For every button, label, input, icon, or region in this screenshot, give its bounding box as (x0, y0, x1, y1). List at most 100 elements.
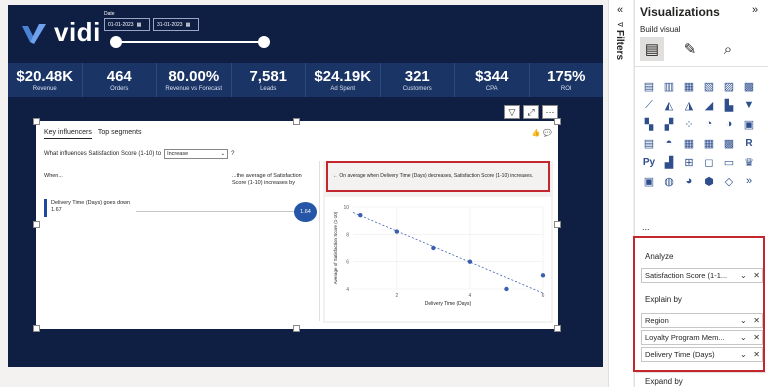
waterfall-icon[interactable]: ▙ (721, 97, 737, 113)
funnel-icon[interactable]: ▼ (741, 97, 757, 113)
format-visual-tab-icon[interactable]: ✎ (678, 37, 702, 61)
python-icon[interactable]: Py (641, 154, 657, 170)
shape-map-icon[interactable]: ⬢ (701, 173, 717, 189)
collapse-left-icon[interactable]: « (617, 4, 623, 16)
area-chart-icon[interactable]: ◭ (661, 97, 677, 113)
r-script-icon[interactable]: R (741, 135, 757, 151)
kpi-value: 175% (547, 67, 586, 85)
line-clustered-icon[interactable]: ▞ (661, 116, 677, 132)
filters-label[interactable]: Filters (614, 30, 625, 60)
kpi-value: 80.00% (168, 67, 220, 85)
narrative-icon[interactable]: ▭ (721, 154, 737, 170)
resize-handle[interactable] (33, 221, 40, 228)
data-point (358, 213, 363, 218)
chevrons-icon[interactable]: » (741, 173, 757, 189)
comment-icon[interactable]: 💬 (543, 129, 552, 137)
close-icon[interactable]: ✕ (753, 271, 760, 280)
power-bi-window: vidi Date 01-01-2023 ▦ 31-01-2023 ▦ $20.… (0, 0, 768, 387)
card-123-icon[interactable]: ▣ (741, 116, 757, 132)
visualizations-title: Visualizations (640, 5, 720, 19)
date-start-input[interactable]: 01-01-2023 ▦ (104, 18, 150, 31)
trophy-icon[interactable]: ♛ (741, 154, 757, 170)
viz-pane-tabs: ▤ ✎ ⌕ (640, 37, 740, 61)
analytics-tab-icon[interactable]: ⌕ (716, 37, 740, 61)
report-canvas: vidi Date 01-01-2023 ▦ 31-01-2023 ▦ $20.… (8, 5, 603, 367)
paginated-icon[interactable]: ▣ (641, 173, 657, 189)
qa-icon[interactable]: ◻ (701, 154, 717, 170)
resize-handle[interactable] (33, 325, 40, 332)
matrix-grid-icon[interactable]: ▩ (721, 135, 737, 151)
chevron-down-icon: ⌄ (220, 151, 226, 157)
close-icon[interactable]: ✕ (753, 316, 760, 325)
100-column-icon[interactable]: ▩ (741, 78, 757, 94)
date-slider-end-handle[interactable] (258, 36, 270, 48)
key-influencers-icon[interactable]: ▟ (661, 154, 677, 170)
donut-icon[interactable]: ◑ (721, 116, 737, 132)
kpi-value: $344 (475, 67, 509, 85)
date-end-input[interactable]: 31-01-2023 ▦ (153, 18, 199, 31)
resize-handle[interactable] (33, 118, 40, 125)
stacked-bar-icon[interactable]: ▤ (641, 78, 657, 94)
build-visual-tab-icon[interactable]: ▤ (640, 37, 664, 61)
line-column-icon[interactable]: ▚ (641, 116, 657, 132)
chevron-down-icon[interactable]: ⌄ (740, 271, 747, 280)
explain-field-region[interactable]: Region ⌄ ✕ (641, 313, 763, 328)
resize-handle[interactable] (554, 325, 561, 332)
kpi-tile: $24.19K Ad Spent (306, 63, 381, 97)
expand-right-icon[interactable]: » (752, 4, 758, 16)
pie-chart-icon[interactable]: ◔ (701, 116, 717, 132)
kpi-tile: $344 CPA (455, 63, 530, 97)
clustered-column-icon[interactable]: ▧ (701, 78, 717, 94)
influencer-bubble[interactable]: 1.64 (294, 202, 317, 222)
resize-handle[interactable] (293, 325, 300, 332)
resize-handle[interactable] (554, 221, 561, 228)
chevron-down-icon[interactable]: ⌄ (740, 333, 747, 342)
filled-map-icon[interactable]: ◕ (681, 173, 697, 189)
date-slider-track[interactable] (116, 41, 264, 43)
thumbs-up-icon[interactable]: 👍 (532, 129, 541, 137)
diamond-icon[interactable]: ◇ (721, 173, 737, 189)
close-icon[interactable]: ✕ (753, 350, 760, 359)
table-icon[interactable]: ▦ (701, 135, 717, 151)
focus-mode-icon[interactable]: ⤢ (523, 105, 539, 119)
kpi-value: $24.19K (314, 67, 372, 85)
more-options-icon[interactable]: ⋯ (542, 105, 558, 119)
100-bar-icon[interactable]: ▨ (721, 78, 737, 94)
stacked-area-icon[interactable]: ◮ (681, 97, 697, 113)
resize-handle[interactable] (554, 118, 561, 125)
clustered-bar-icon[interactable]: ▦ (681, 78, 697, 94)
tab-key-influencers[interactable]: Key influencers (44, 129, 92, 139)
filter-icon[interactable]: ▽ (504, 105, 520, 119)
explain-field-delivery-time[interactable]: Delivery Time (Days) ⌄ ✕ (641, 347, 763, 362)
kpi-value: 321 (404, 67, 430, 85)
highlight-box-insight: ← On average when Delivery Time (Days) d… (326, 161, 550, 192)
calendar-icon: ▦ (185, 21, 191, 28)
stacked-column-icon[interactable]: ▥ (661, 78, 677, 94)
influencer-row[interactable]: Delivery Time (Days) goes down 1.67 1.64 (44, 197, 317, 227)
ribbon-chart-icon[interactable]: ◢ (701, 97, 717, 113)
resize-handle[interactable] (293, 118, 300, 125)
scatter-icon[interactable]: ⁘ (681, 116, 697, 132)
x-tick-label: 6 (542, 293, 545, 299)
kpi-label: Revenue (32, 85, 57, 92)
analyze-field[interactable]: Satisfaction Score (1-1... ⌄ ✕ (641, 268, 763, 283)
analyze-label: Analyze (645, 252, 674, 261)
matrix-icon[interactable]: ▤ (641, 135, 657, 151)
kpi-tile: 321 Customers (381, 63, 455, 97)
date-slider-start-handle[interactable] (110, 36, 122, 48)
close-icon[interactable]: ✕ (753, 333, 760, 342)
kpi-icon[interactable]: ▦ (681, 135, 697, 151)
date-end-value: 31-01-2023 (157, 21, 183, 28)
decomposition-tree-icon[interactable]: ⊞ (681, 154, 697, 170)
chevron-down-icon[interactable]: ⌄ (740, 316, 747, 325)
key-influencers-visual[interactable]: Key influencers Top segments 👍 💬 What in… (33, 118, 561, 332)
more-visuals-icon[interactable]: ... (642, 222, 650, 232)
direction-select[interactable]: Increase ⌄ (164, 149, 229, 159)
tab-top-segments[interactable]: Top segments (98, 129, 142, 139)
insight-text: ← On average when Delivery Time (Days) d… (333, 173, 534, 179)
line-chart-icon[interactable]: ⟋ (641, 97, 657, 113)
map-icon[interactable]: ◍ (661, 173, 677, 189)
chevron-down-icon[interactable]: ⌄ (740, 350, 747, 359)
explain-field-loyalty[interactable]: Loyalty Program Mem... ⌄ ✕ (641, 330, 763, 345)
gauge-icon[interactable]: ◓ (661, 135, 677, 151)
